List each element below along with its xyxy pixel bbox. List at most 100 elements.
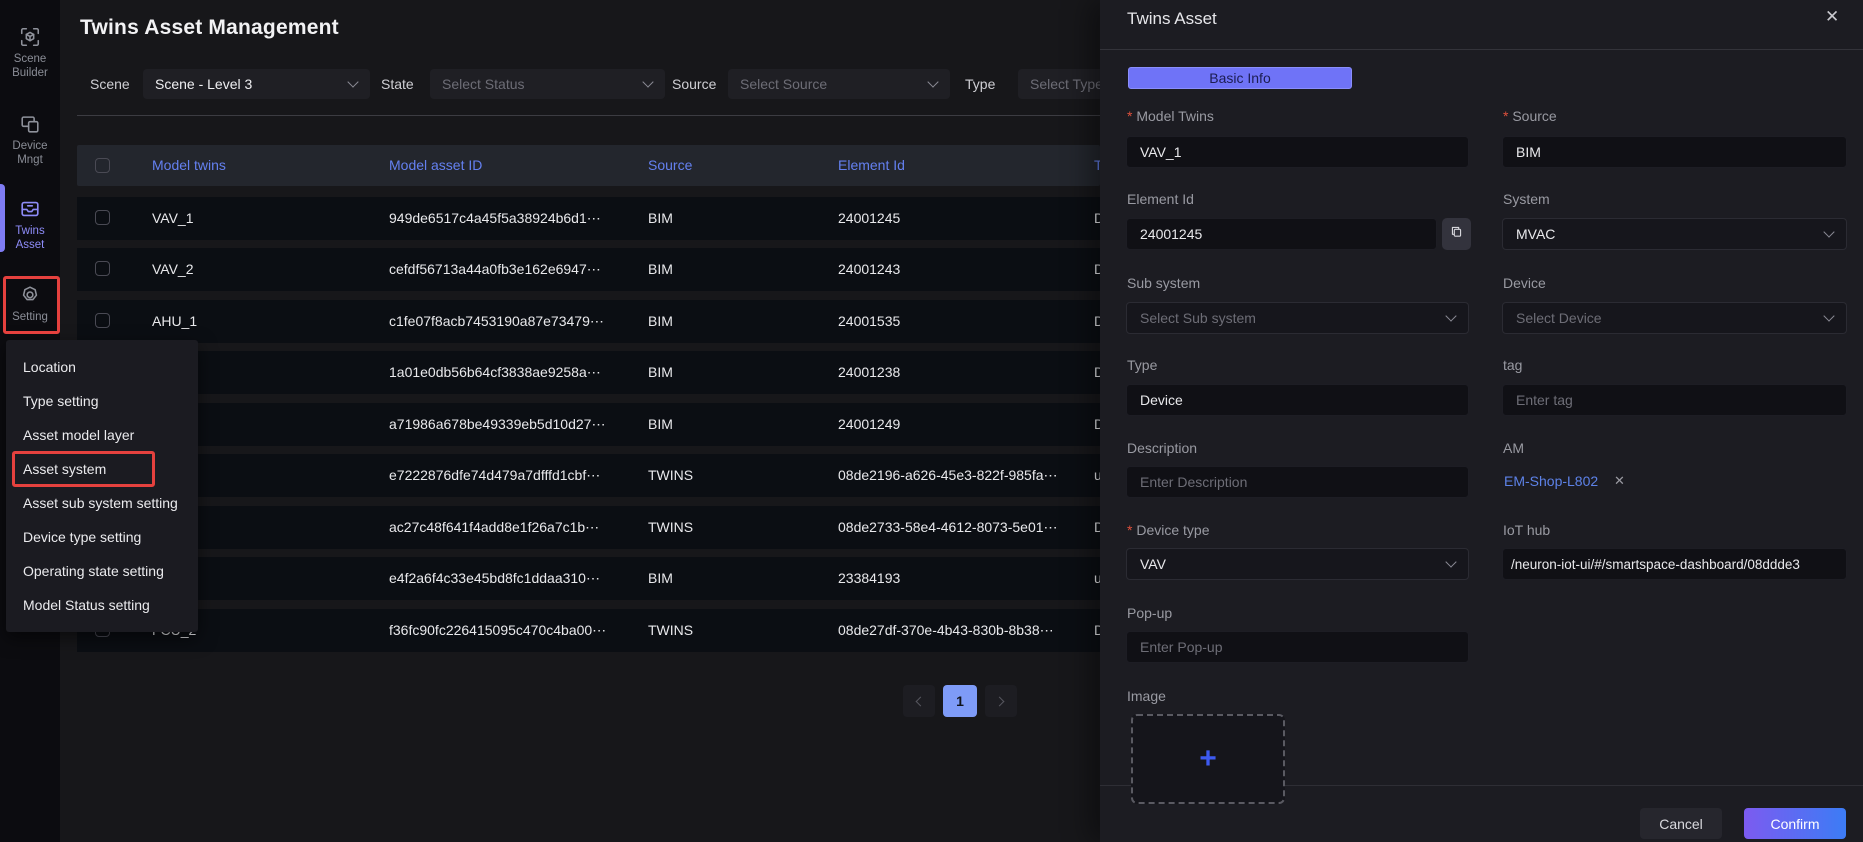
col-element-id[interactable]: Element Id	[838, 157, 905, 173]
cell-element-id: 08de27df-370e-4b43-830b-8b38⋯	[838, 622, 1054, 639]
tag-label: tag	[1503, 357, 1522, 373]
popup-placeholder: Enter Pop-up	[1140, 639, 1223, 655]
sub-system-label: Sub system	[1127, 275, 1200, 291]
chevron-down-icon	[1445, 310, 1456, 321]
device-select[interactable]: Select Device	[1502, 302, 1847, 334]
cell-source: TWINS	[648, 622, 693, 638]
iot-hub-label: IoT hub	[1503, 522, 1550, 538]
remove-icon[interactable]: ✕	[1614, 473, 1625, 489]
cell-element-id: 24001243	[838, 261, 900, 277]
pagination-page-1[interactable]: 1	[943, 685, 977, 717]
cell-source: BIM	[648, 570, 673, 586]
iot-hub-input[interactable]: /neuron-iot-ui/#/smartspace-dashboard/08…	[1502, 548, 1847, 580]
menu-item-asset-system[interactable]: Asset system	[6, 452, 198, 486]
table-row[interactable]: AHU_1 c1fe07f8acb7453190a87e73479⋯ BIM 2…	[77, 300, 1100, 343]
setting-context-menu: Location Type setting Asset model layer …	[6, 340, 198, 632]
table-row[interactable]: VAV_2 cefdf56713a44a0fb3e162e6947⋯ BIM 2…	[77, 248, 1100, 291]
source-filter-label: Source	[672, 76, 716, 92]
scene-filter-value: Scene - Level 3	[155, 76, 252, 92]
menu-item-operating-state-setting[interactable]: Operating state setting	[6, 554, 198, 588]
copy-icon	[1449, 224, 1464, 244]
row-checkbox[interactable]	[95, 261, 110, 276]
row-checkbox[interactable]	[95, 210, 110, 225]
sidebar-item-device-mngt[interactable]: Device Mngt	[0, 113, 60, 167]
menu-item-model-status-setting[interactable]: Model Status setting	[6, 588, 198, 622]
tag-placeholder: Enter tag	[1516, 392, 1573, 408]
system-label: System	[1503, 191, 1550, 207]
tag-input[interactable]: Enter tag	[1502, 384, 1847, 416]
chevron-down-icon	[347, 76, 358, 87]
table-row[interactable]: 1a01e0db56b64cf3838ae9258a⋯ BIM 24001238…	[77, 351, 1100, 394]
popup-input[interactable]: Enter Pop-up	[1126, 631, 1469, 663]
device-label: Device	[1503, 275, 1546, 291]
sidebar-label: Builder	[0, 66, 60, 80]
scene-filter-select[interactable]: Scene - Level 3	[143, 69, 370, 99]
select-all-checkbox[interactable]	[95, 158, 110, 173]
col-model-twins[interactable]: Model twins	[152, 157, 226, 173]
sidebar-item-scene-builder[interactable]: Scene Builder	[0, 26, 60, 80]
image-upload-box[interactable]: +	[1131, 714, 1285, 804]
cell-model-twins: AHU_1	[152, 313, 197, 329]
chevron-down-icon	[1823, 310, 1834, 321]
model-twins-input[interactable]: VAV_1	[1126, 136, 1469, 168]
twins-asset-icon	[19, 198, 41, 220]
table-row[interactable]: e4f2a6f4c33e45bd8fc1ddaa310⋯ BIM 2338419…	[77, 557, 1100, 600]
cell-element-id: 08de2196-a626-45e3-822f-985fa⋯	[838, 467, 1058, 484]
menu-item-device-type-setting[interactable]: Device type setting	[6, 520, 198, 554]
plus-icon: +	[1199, 742, 1217, 776]
device-type-label: Device type	[1127, 522, 1210, 538]
row-checkbox[interactable]	[95, 313, 110, 328]
type-input[interactable]: Device	[1126, 384, 1469, 416]
cell-asset-id: cefdf56713a44a0fb3e162e6947⋯	[389, 261, 601, 278]
sidebar-label: Setting	[0, 310, 60, 324]
state-filter-label: State	[381, 76, 414, 92]
menu-item-asset-sub-system[interactable]: Asset sub system setting	[6, 486, 198, 520]
source-label: Source	[1503, 108, 1557, 124]
system-select[interactable]: MVAC	[1502, 218, 1847, 250]
cell-asset-id: ac27c48f641f4add8e1f26a7c1b⋯	[389, 519, 599, 536]
sidebar-item-setting[interactable]: Setting	[0, 284, 60, 324]
copy-button[interactable]	[1442, 218, 1471, 250]
menu-item-asset-model-layer[interactable]: Asset model layer	[6, 418, 198, 452]
table-header: Model twins Model asset ID Source Elemen…	[77, 145, 1100, 186]
confirm-button[interactable]: Confirm	[1744, 808, 1846, 839]
cell-source: TWINS	[648, 467, 693, 483]
close-icon[interactable]: ✕	[1825, 7, 1839, 27]
pagination-prev-button[interactable]	[903, 685, 935, 717]
description-input[interactable]: Enter Description	[1126, 466, 1469, 498]
state-filter-select[interactable]: Select Status	[430, 69, 665, 99]
am-link[interactable]: EM-Shop-L802	[1504, 473, 1598, 489]
table-row[interactable]: FCU_2 f36fc90fc226415095c470c4ba00⋯ TWIN…	[77, 609, 1100, 652]
sidebar-label: Asset	[0, 238, 60, 252]
type-filter-placeholder: Select Type	[1030, 76, 1103, 92]
source-filter-select[interactable]: Select Source	[728, 69, 950, 99]
page-title: Twins Asset Management	[80, 16, 339, 40]
menu-item-location[interactable]: Location	[6, 350, 198, 384]
source-filter-placeholder: Select Source	[740, 76, 827, 92]
col-source[interactable]: Source	[648, 157, 692, 173]
system-value: MVAC	[1516, 226, 1555, 242]
table-row[interactable]: a71986a678be49339eb5d10d27⋯ BIM 24001249…	[77, 403, 1100, 446]
source-input[interactable]: BIM	[1502, 136, 1847, 168]
col-model-asset-id[interactable]: Model asset ID	[389, 157, 482, 173]
state-filter-placeholder: Select Status	[442, 76, 525, 92]
chevron-down-icon	[927, 76, 938, 87]
table-row[interactable]: e7222876dfe74d479a7dfffd1cbf⋯ TWINS 08de…	[77, 454, 1100, 497]
pagination-next-button[interactable]	[985, 685, 1017, 717]
drawer-title: Twins Asset	[1127, 9, 1217, 29]
type-value: Device	[1140, 392, 1183, 408]
cell-source: BIM	[648, 261, 673, 277]
element-id-value: 24001245	[1140, 226, 1202, 242]
cancel-button[interactable]: Cancel	[1640, 808, 1722, 839]
sidebar-item-twins-asset[interactable]: Twins Asset	[0, 198, 60, 252]
table-row[interactable]: ac27c48f641f4add8e1f26a7c1b⋯ TWINS 08de2…	[77, 506, 1100, 549]
tab-basic-info[interactable]: Basic Info	[1128, 67, 1352, 89]
table-row[interactable]: VAV_1 949de6517c4a45f5a38924b6d1⋯ BIM 24…	[77, 197, 1100, 240]
element-id-input[interactable]: 24001245	[1126, 218, 1437, 250]
menu-item-type-setting[interactable]: Type setting	[6, 384, 198, 418]
chevron-down-icon	[642, 76, 653, 87]
sidebar-label: Scene	[0, 52, 60, 66]
sub-system-select[interactable]: Select Sub system	[1126, 302, 1469, 334]
device-type-select[interactable]: VAV	[1126, 548, 1469, 580]
cell-asset-id: e7222876dfe74d479a7dfffd1cbf⋯	[389, 467, 600, 484]
